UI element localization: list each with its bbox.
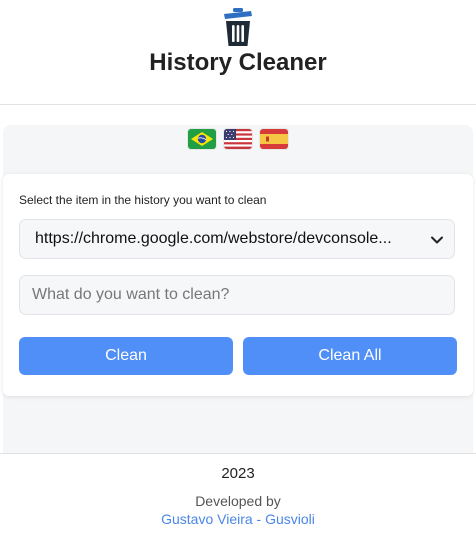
- clean-all-button[interactable]: Clean All: [243, 337, 457, 375]
- app-header: History Cleaner: [0, 0, 476, 105]
- clean-term-input[interactable]: [19, 275, 455, 315]
- spain-flag-icon[interactable]: [260, 129, 288, 149]
- developed-by-label: Developed by: [195, 493, 281, 509]
- brazil-flag-icon[interactable]: [188, 129, 216, 149]
- author-link[interactable]: Gustavo Vieira - Gusvioli: [0, 511, 476, 527]
- usa-flag-icon[interactable]: [224, 129, 252, 149]
- chevron-down-icon: [431, 236, 443, 244]
- footer-year: 2023: [221, 465, 255, 482]
- app-footer: 2023 Developed by Gustavo Vieira - Gusvi…: [0, 453, 476, 537]
- clean-form-card: Select the item in the history you want …: [3, 174, 473, 396]
- page-title: History Cleaner: [149, 49, 327, 76]
- instruction-label: Select the item in the history you want …: [19, 193, 267, 207]
- history-item-select[interactable]: https://chrome.google.com/webstore/devco…: [19, 219, 455, 259]
- clean-button[interactable]: Clean: [19, 337, 233, 375]
- trash-can-icon: [224, 8, 252, 46]
- selected-history-url: https://chrome.google.com/webstore/devco…: [35, 230, 392, 247]
